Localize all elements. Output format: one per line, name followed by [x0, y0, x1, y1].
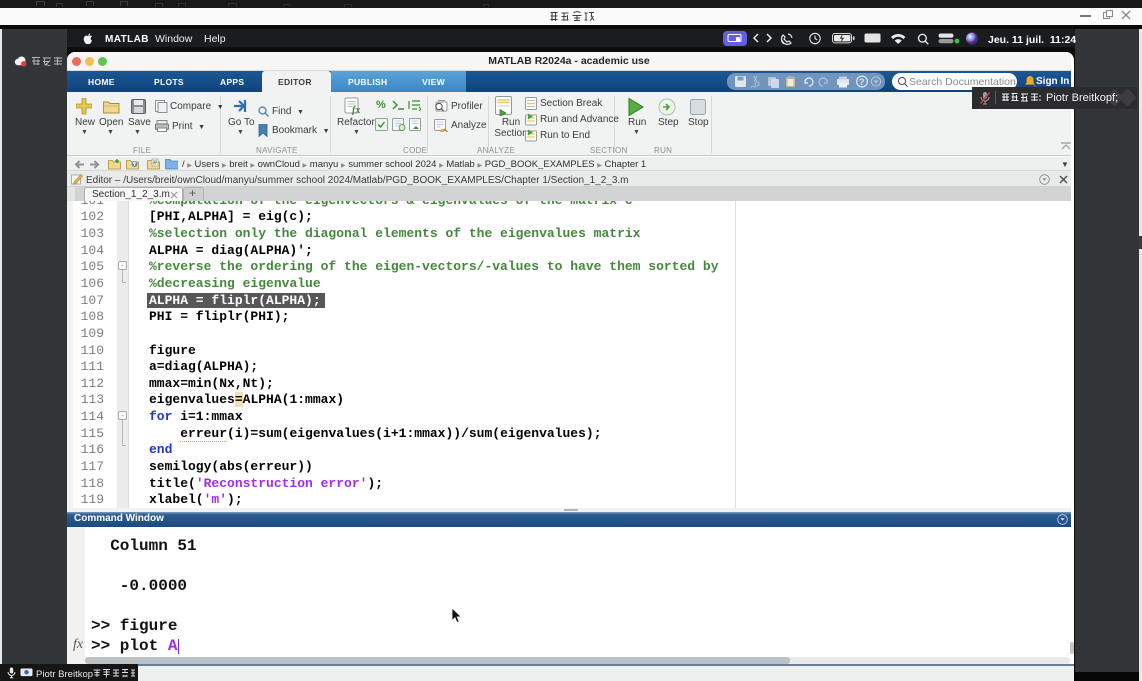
svg-text:?: ?: [859, 77, 865, 87]
svg-text:fx: fx: [352, 105, 360, 115]
